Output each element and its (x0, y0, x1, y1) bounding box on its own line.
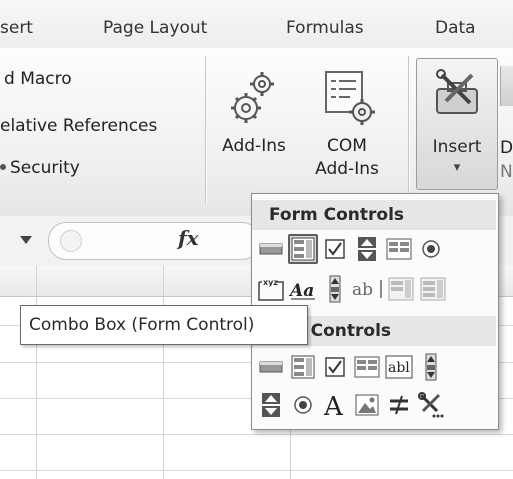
com-add-ins-label-line1: COM (327, 136, 367, 156)
shield-icon (0, 164, 6, 170)
image-activex-icon[interactable] (352, 390, 382, 420)
grid-line (0, 470, 513, 471)
tab-page-layout[interactable]: Page Layout (103, 18, 207, 38)
add-ins-button[interactable]: Add-Ins (214, 68, 294, 158)
label-activex-icon[interactable]: A (320, 390, 350, 420)
tab-insert[interactable]: sert (0, 18, 33, 38)
combo-box-activex-icon[interactable] (288, 352, 318, 382)
svg-text:A: A (323, 392, 344, 419)
chevron-down-icon: ▾ (453, 160, 461, 175)
svg-text:Aa: Aa (289, 281, 314, 301)
grid-line (163, 266, 164, 479)
toolbox-icon (436, 69, 478, 114)
fx-icon: fx (178, 226, 199, 250)
spin-button-form-control-icon[interactable] (352, 234, 382, 264)
button-form-control-icon[interactable] (256, 234, 286, 264)
scroll-bar-activex-icon[interactable] (416, 352, 446, 382)
macro-security-label: Security (10, 158, 80, 178)
tab-data[interactable]: Data (435, 18, 476, 38)
group-box-form-control-icon[interactable]: xyz (256, 274, 286, 304)
macro-security-button[interactable]: Security (0, 158, 80, 178)
use-relative-references-button[interactable]: elative References (0, 116, 157, 136)
grid-line (36, 266, 37, 479)
spin-button-activex-icon[interactable] (256, 390, 286, 420)
check-box-activex-icon[interactable] (320, 352, 350, 382)
svg-text:abl: abl (388, 360, 410, 376)
insert-function-button[interactable]: fx (178, 226, 199, 250)
combo-list-edit-form-control-icon (386, 274, 416, 304)
com-add-ins-label-line2: Add-Ins (315, 159, 379, 179)
combo-box-tooltip: Combo Box (Form Control) (20, 305, 308, 345)
design-mode-label-2: N (500, 162, 513, 182)
option-button-form-control-icon[interactable] (416, 234, 446, 264)
ribbon-tab-bar: sert Page Layout Formulas Data (0, 0, 513, 49)
combo-drop-down-edit-form-control-icon (418, 274, 448, 304)
more-controls-icon[interactable] (416, 390, 446, 420)
toggle-button-activex-icon[interactable] (384, 390, 414, 420)
label-form-control-icon[interactable]: Aa (288, 274, 318, 304)
scroll-bar-form-control-icon[interactable] (320, 274, 350, 304)
list-box-activex-icon[interactable] (352, 352, 382, 382)
group-separator (205, 56, 206, 204)
form-controls-header: Form Controls (252, 200, 496, 230)
svg-text:ab: ab (352, 280, 373, 300)
design-mode-label[interactable]: D (500, 138, 513, 158)
com-add-ins-icon (325, 71, 375, 125)
circle-icon (60, 230, 82, 252)
com-add-ins-button[interactable]: COM Add-Ins (302, 68, 392, 181)
check-box-form-control-icon[interactable] (320, 234, 350, 264)
group-separator (408, 56, 409, 204)
tab-formulas[interactable]: Formulas (286, 18, 364, 38)
name-box-dropdown-icon[interactable] (20, 236, 32, 244)
insert-controls-button[interactable]: Insert ▾ (416, 58, 498, 190)
command-button-activex-icon[interactable] (256, 352, 286, 382)
combo-box-form-control-icon[interactable] (288, 234, 318, 264)
insert-label: Insert (432, 137, 482, 157)
option-button-activex-icon[interactable] (288, 390, 318, 420)
svg-text:xyz: xyz (263, 278, 278, 287)
design-mode-icon (500, 66, 513, 106)
text-box-activex-icon[interactable]: abl (384, 352, 414, 382)
text-field-form-control-icon: ab (350, 274, 386, 304)
gears-icon (231, 72, 274, 123)
record-macro-button[interactable]: d Macro (4, 69, 72, 89)
list-box-form-control-icon[interactable] (384, 234, 414, 264)
add-ins-label: Add-Ins (222, 136, 286, 156)
grid-line (0, 434, 513, 435)
